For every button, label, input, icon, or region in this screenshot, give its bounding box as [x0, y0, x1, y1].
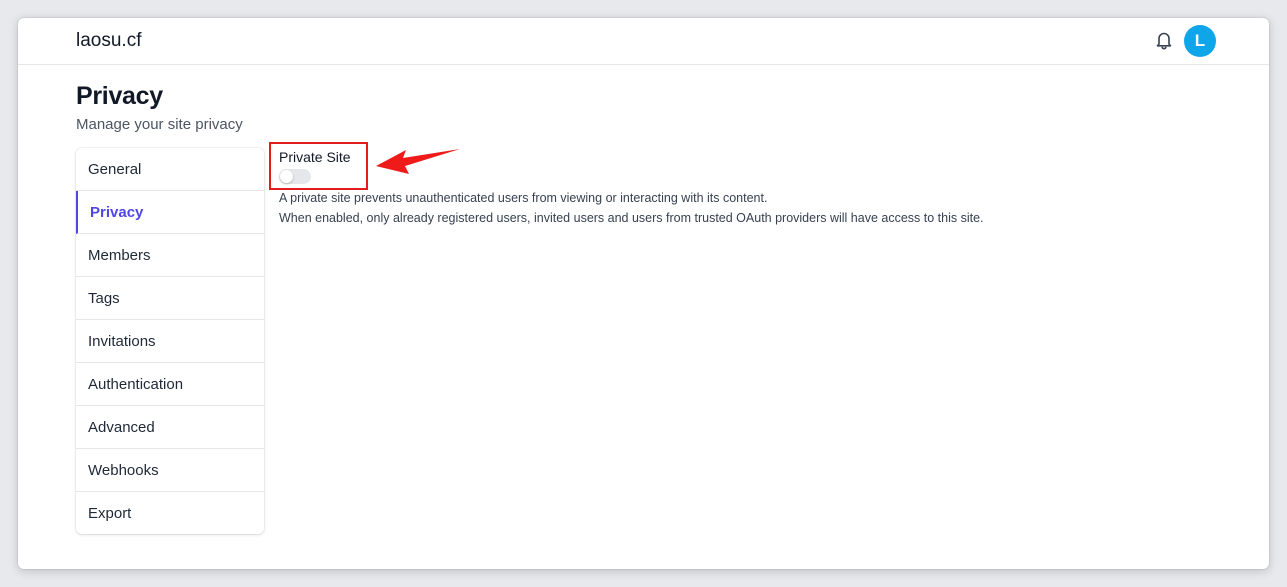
- site-name[interactable]: laosu.cf: [76, 30, 141, 52]
- sidebar-item-privacy[interactable]: Privacy: [76, 191, 264, 234]
- page-subtitle: Manage your site privacy: [76, 116, 243, 133]
- sidebar-item-general[interactable]: General: [76, 148, 264, 191]
- toggle-knob: [280, 170, 293, 183]
- private-site-description-detail: When enabled, only already registered us…: [279, 211, 984, 225]
- top-bar: laosu.cf L: [18, 18, 1269, 65]
- sidebar-item-export[interactable]: Export: [76, 492, 264, 534]
- sidebar-item-authentication[interactable]: Authentication: [76, 363, 264, 406]
- bell-icon[interactable]: [1153, 27, 1175, 53]
- sidebar-item-advanced[interactable]: Advanced: [76, 406, 264, 449]
- sidebar-item-webhooks[interactable]: Webhooks: [76, 449, 264, 492]
- user-avatar[interactable]: L: [1184, 25, 1216, 57]
- private-site-description: A private site prevents unauthenticated …: [279, 191, 768, 205]
- settings-sidebar: General Privacy Members Tags Invitations…: [76, 148, 264, 534]
- sidebar-item-members[interactable]: Members: [76, 234, 264, 277]
- sidebar-item-tags[interactable]: Tags: [76, 277, 264, 320]
- page-title: Privacy: [76, 82, 163, 110]
- app-window: laosu.cf L Privacy Manage your site priv…: [18, 18, 1269, 569]
- private-site-label: Private Site: [279, 149, 351, 165]
- private-site-toggle[interactable]: [279, 169, 311, 184]
- red-arrow-icon: [373, 146, 463, 185]
- sidebar-item-invitations[interactable]: Invitations: [76, 320, 264, 363]
